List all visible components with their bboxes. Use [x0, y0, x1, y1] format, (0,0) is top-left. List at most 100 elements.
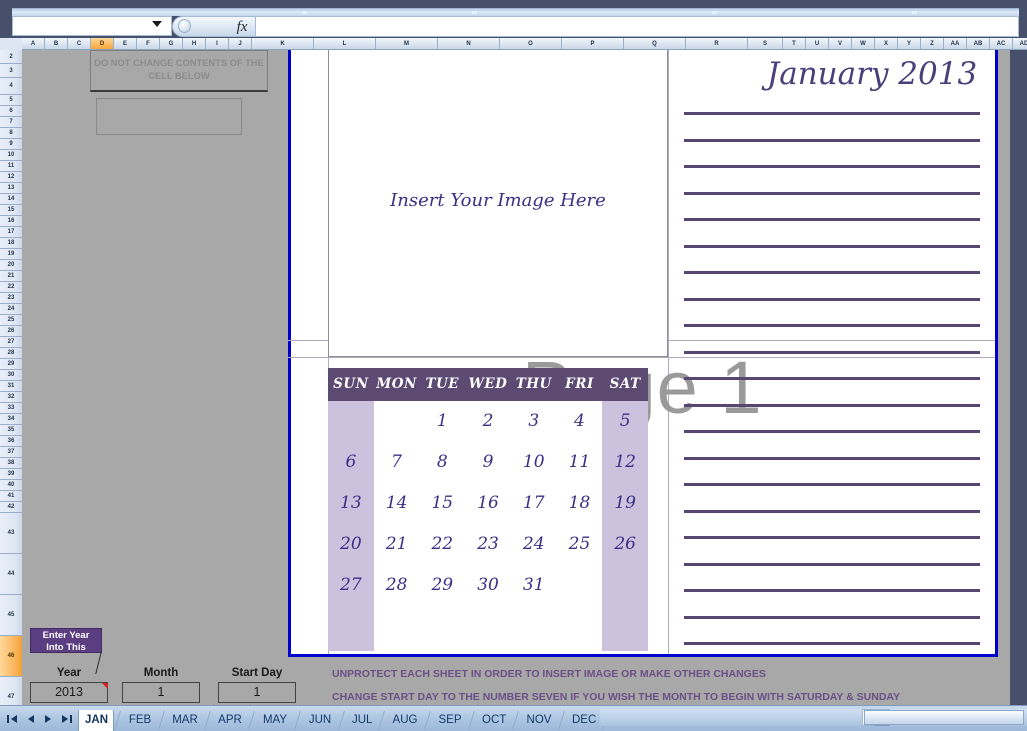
calendar-day-26[interactable]: 26 [602, 524, 648, 565]
row-header-19[interactable]: 19 [0, 249, 22, 260]
previous-sheet-icon[interactable] [24, 712, 37, 726]
sheet-tab-nov[interactable]: NOV [520, 710, 558, 731]
calendar-day-12[interactable]: 12 [602, 442, 648, 483]
month-input[interactable]: 1 [122, 682, 200, 703]
sheet-tab-aug[interactable]: AUG [386, 710, 424, 731]
horizontal-scrollbar-thumb[interactable] [864, 710, 1024, 725]
column-header-m[interactable]: M [376, 38, 438, 50]
column-header-ab[interactable]: AB [967, 38, 990, 50]
sheet-tab-jun[interactable]: JUN [302, 710, 338, 731]
calendar-day-29[interactable]: 29 [419, 565, 465, 606]
row-header-31[interactable]: 31 [0, 381, 22, 392]
column-header-j[interactable]: J [229, 38, 252, 50]
row-header-27[interactable]: 27 [0, 337, 22, 348]
row-header-6[interactable]: 6 [0, 106, 22, 117]
calendar-day-17[interactable]: 17 [511, 483, 557, 524]
sheet-tab-sep[interactable]: SEP [432, 710, 468, 731]
row-header-16[interactable]: 16 [0, 216, 22, 227]
row-header-2[interactable]: 2 [0, 50, 22, 64]
column-header-c[interactable]: C [68, 38, 91, 50]
column-header-q[interactable]: Q [624, 38, 686, 50]
column-header-d[interactable]: D [91, 38, 114, 50]
row-header-4[interactable]: 4 [0, 78, 22, 95]
sheet-tab-may[interactable]: MAY [256, 710, 294, 731]
row-header-22[interactable]: 22 [0, 282, 22, 293]
image-placeholder-box[interactable]: Insert Your Image Here [328, 50, 668, 357]
row-header-23[interactable]: 23 [0, 293, 22, 304]
calendar-day-27[interactable]: 27 [328, 565, 374, 606]
row-header-14[interactable]: 14 [0, 194, 22, 205]
column-header-p[interactable]: P [562, 38, 624, 50]
column-header-w[interactable]: W [852, 38, 875, 50]
column-header-o[interactable]: O [500, 38, 562, 50]
row-header-46[interactable]: 46 [0, 636, 22, 677]
row-header-10[interactable]: 10 [0, 150, 22, 161]
calendar-day-6[interactable]: 6 [328, 442, 374, 483]
calendar-day-19[interactable]: 19 [602, 483, 648, 524]
worksheet-grid[interactable]: DO NOT CHANGE CONTENTS OF THE CELL BELOW… [22, 50, 1027, 705]
calendar-day-10[interactable]: 10 [511, 442, 557, 483]
column-header-u[interactable]: U [806, 38, 829, 50]
column-header-h[interactable]: H [183, 38, 206, 50]
calendar-day-11[interactable]: 11 [557, 442, 603, 483]
calendar-day-15[interactable]: 15 [419, 483, 465, 524]
column-header-i[interactable]: I [206, 38, 229, 50]
sheet-tab-dec[interactable]: DEC [566, 710, 602, 731]
row-header-15[interactable]: 15 [0, 205, 22, 216]
calendar-day-13[interactable]: 13 [328, 483, 374, 524]
row-header-43[interactable]: 43 [0, 513, 22, 554]
protected-cell-box[interactable] [96, 98, 242, 135]
column-header-s[interactable]: S [748, 38, 783, 50]
row-header-3[interactable]: 3 [0, 64, 22, 78]
calendar-day-16[interactable]: 16 [465, 483, 511, 524]
sheet-tab-apr[interactable]: APR [212, 710, 248, 731]
name-box-dropdown-icon[interactable] [152, 21, 162, 27]
row-header-20[interactable]: 20 [0, 260, 22, 271]
calendar-day-18[interactable]: 18 [557, 483, 603, 524]
column-header-x[interactable]: X [875, 38, 898, 50]
column-header-b[interactable]: B [45, 38, 68, 50]
vertical-scrollbar-area[interactable] [1010, 50, 1027, 705]
calendar-day-28[interactable]: 28 [374, 565, 420, 606]
calendar-day-3[interactable]: 3 [511, 401, 557, 442]
calendar-day-30[interactable]: 30 [465, 565, 511, 606]
formula-input[interactable] [256, 16, 1019, 37]
row-header-33[interactable]: 33 [0, 403, 22, 414]
row-header-37[interactable]: 37 [0, 447, 22, 458]
calendar-day-4[interactable]: 4 [557, 401, 603, 442]
calendar-day-24[interactable]: 24 [511, 524, 557, 565]
row-header-12[interactable]: 12 [0, 172, 22, 183]
row-header-42[interactable]: 42 [0, 502, 22, 513]
calendar-day-31[interactable]: 31 [511, 565, 557, 606]
column-header-ad[interactable]: AD [1013, 38, 1027, 50]
column-header-l[interactable]: L [314, 38, 376, 50]
calendar-day-7[interactable]: 7 [374, 442, 420, 483]
column-header-a[interactable]: A [22, 38, 45, 50]
row-header-13[interactable]: 13 [0, 183, 22, 194]
row-header-40[interactable]: 40 [0, 480, 22, 491]
sheet-tab-jul[interactable]: JUL [346, 710, 378, 731]
calendar-day-25[interactable]: 25 [557, 524, 603, 565]
row-header-41[interactable]: 41 [0, 491, 22, 502]
row-header-34[interactable]: 34 [0, 414, 22, 425]
column-header-f[interactable]: F [137, 38, 160, 50]
row-header-17[interactable]: 17 [0, 227, 22, 238]
insert-function-icon[interactable]: fx [227, 18, 257, 36]
last-sheet-icon[interactable] [60, 712, 73, 726]
row-header-21[interactable]: 21 [0, 271, 22, 282]
column-header-r[interactable]: R [686, 38, 748, 50]
calendar-day-22[interactable]: 22 [419, 524, 465, 565]
column-header-ac[interactable]: AC [990, 38, 1013, 50]
next-sheet-icon[interactable] [42, 712, 55, 726]
row-header-29[interactable]: 29 [0, 359, 22, 370]
row-header-39[interactable]: 39 [0, 469, 22, 480]
row-header-5[interactable]: 5 [0, 95, 22, 106]
row-header-7[interactable]: 7 [0, 117, 22, 128]
column-header-k[interactable]: K [252, 38, 314, 50]
calendar-day-5[interactable]: 5 [602, 401, 648, 442]
sheet-tab-feb[interactable]: FEB [122, 710, 158, 731]
name-box[interactable] [12, 16, 172, 36]
column-header-z[interactable]: Z [921, 38, 944, 50]
row-header-45[interactable]: 45 [0, 595, 22, 636]
sheet-tab-jan[interactable]: JAN [78, 710, 114, 731]
